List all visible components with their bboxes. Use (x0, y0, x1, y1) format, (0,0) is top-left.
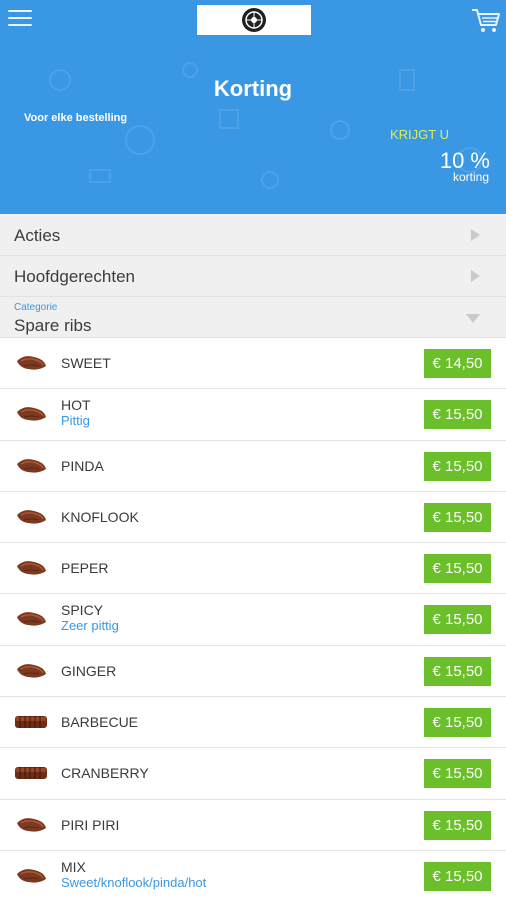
menu-icon-line (8, 17, 32, 19)
banner-title: Korting (213, 76, 293, 101)
spare-rib-image (14, 608, 48, 630)
menu-item-row[interactable]: BARBECUE € 15,50 (0, 697, 506, 749)
category-label: Hoofdgerechten (14, 267, 135, 286)
item-name: SWEET (61, 355, 111, 371)
category-spare-ribs[interactable]: Categorie Spare ribs (0, 297, 506, 338)
spare-rib-image (14, 865, 48, 887)
menu-item-row[interactable]: SPICY Zeer pittig € 15,50 (0, 594, 506, 646)
spare-rib-image (14, 506, 48, 528)
spare-rib-image (14, 352, 48, 374)
spare-rib-image (14, 403, 48, 425)
spare-rib-image (14, 557, 48, 579)
add-to-cart-price-button[interactable]: € 14,50 (424, 349, 491, 378)
chevron-right-icon (471, 229, 480, 241)
menu-item-row[interactable]: PEPER € 15,50 (0, 543, 506, 595)
item-description: Zeer pittig (61, 618, 119, 634)
item-description: Pittig (61, 413, 90, 429)
menu-item-list: SWEET € 14,50 HOT Pittig € 15,50 PINDA € 15,50… (0, 338, 506, 900)
menu-item-row[interactable]: KNOFLOOK € 15,50 (0, 491, 506, 544)
item-name: MIX (61, 858, 86, 875)
chevron-down-icon (466, 314, 480, 323)
add-to-cart-price-button[interactable]: € 15,50 (424, 451, 491, 481)
item-name: HOT (61, 397, 91, 414)
item-name: KNOFLOOK (61, 508, 139, 525)
add-to-cart-price-button[interactable]: € 15,50 (424, 502, 491, 532)
cart-icon (472, 9, 500, 32)
ribs-rack-image (14, 762, 48, 784)
add-to-cart-price-button[interactable]: € 15,50 (424, 708, 491, 738)
item-name: CRANBERRY (61, 765, 149, 782)
category-label: Spare ribs (14, 316, 92, 335)
logo-icon (242, 8, 266, 32)
add-to-cart-price-button[interactable]: € 15,50 (424, 554, 491, 584)
item-name: PEPER (61, 560, 109, 577)
discount-banner: Korting Voor elke bestelling KRIJGT U 10… (0, 0, 506, 214)
ribs-rack-image (14, 711, 48, 733)
add-to-cart-price-button[interactable]: € 15,50 (424, 810, 491, 840)
menu-item-row[interactable]: GINGER € 15,50 (0, 645, 506, 698)
menu-item-row[interactable]: MIX Sweet/knoflook/pinda/hot € 15,50 (0, 850, 506, 900)
menu-item-row[interactable]: PIRI PIRI € 15,50 (0, 799, 506, 851)
category-caption: Categorie (14, 302, 58, 313)
spare-rib-image (14, 660, 48, 682)
menu-item-row[interactable]: CRANBERRY € 15,50 (0, 748, 506, 800)
menu-item-row[interactable]: HOT Pittig € 15,50 (0, 389, 506, 441)
menu-item-row[interactable]: SWEET € 14,50 (0, 338, 506, 390)
offer-label: KRIJGT U (390, 127, 449, 142)
category-label: Acties (14, 226, 61, 245)
item-name: PIRI PIRI (61, 816, 120, 833)
category-acties[interactable]: Acties (0, 214, 506, 256)
item-name: BARBECUE (61, 714, 139, 731)
item-name: PINDA (61, 457, 104, 474)
cart-button[interactable] (470, 6, 502, 34)
menu-icon-line (8, 24, 32, 26)
menu-icon-line (8, 10, 32, 12)
spare-rib-image (14, 814, 48, 836)
banner-subtitle: Voor elke bestelling (24, 112, 128, 124)
discount-label: korting (452, 170, 489, 184)
item-name: SPICY (61, 602, 104, 619)
restaurant-logo[interactable] (197, 5, 311, 35)
add-to-cart-price-button[interactable]: € 15,50 (424, 400, 491, 430)
chevron-right-icon (471, 270, 480, 282)
item-name: GINGER (61, 662, 117, 679)
add-to-cart-price-button[interactable]: € 15,50 (424, 656, 491, 686)
add-to-cart-price-button[interactable]: € 15,50 (424, 861, 491, 891)
menu-button[interactable] (8, 10, 32, 30)
add-to-cart-price-button[interactable]: € 15,50 (424, 605, 491, 635)
add-to-cart-price-button[interactable]: € 15,50 (424, 759, 491, 789)
item-description: Sweet/knoflook/pinda/hot (61, 874, 207, 890)
spare-rib-image (14, 455, 48, 477)
category-hoofdgerechten[interactable]: Hoofdgerechten (0, 256, 506, 297)
menu-item-row[interactable]: PINDA € 15,50 (0, 440, 506, 492)
